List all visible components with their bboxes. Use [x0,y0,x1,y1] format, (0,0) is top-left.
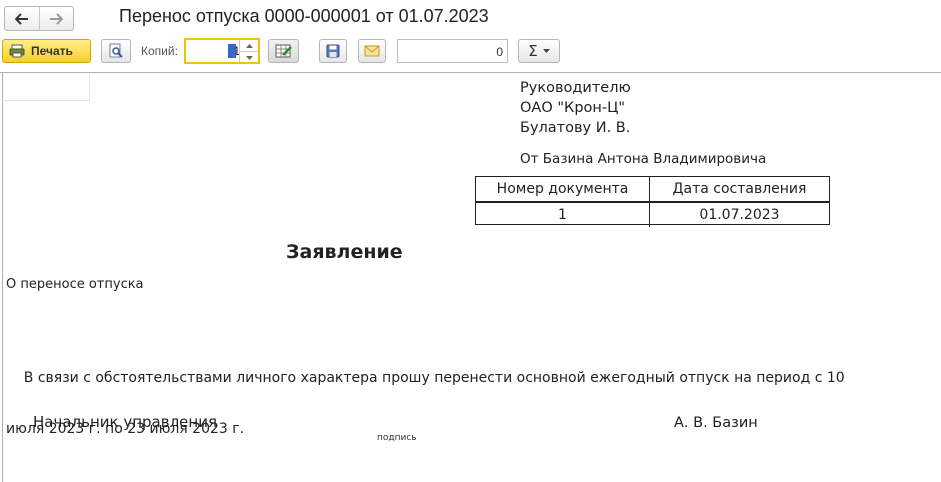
chevron-down-icon [542,49,550,53]
position-title: Начальник управления [33,413,217,431]
send-email-button[interactable] [358,39,386,63]
copies-label: Копий: [141,44,178,58]
arrow-left-icon [14,12,28,25]
addressee-line-2: ОАО "Крон-Ц" [520,100,626,116]
print-button-label: Печать [31,44,73,58]
addressee-line-1: Руководителю [520,80,631,96]
window-title: Перенос отпуска 0000-000001 от 01.07.202… [119,6,489,26]
cell-sum-field[interactable]: 0 [397,39,508,63]
copies-stepper[interactable] [239,40,258,62]
floppy-disk-icon [326,44,340,58]
document-border [2,73,3,482]
body-line-1: В связи с обстоятельствами личного харак… [6,370,845,386]
save-button[interactable] [319,39,347,63]
document-info-table: Номер документа Дата составления 1 01.07… [475,176,830,227]
navigation-buttons [4,6,74,31]
signer-name: А. В. Базин [674,415,758,431]
print-button[interactable]: Печать [2,39,91,63]
spreadsheet-document[interactable]: Руководителю ОАО "Крон-Ц" Булатову И. В.… [0,72,941,482]
header-corner-cell [2,73,90,101]
table-cell: 1 [476,203,650,227]
text-cursor [228,44,236,58]
sigma-icon: Σ [528,42,538,60]
signature-label: подпись [377,433,417,443]
edit-mode-button[interactable] [268,39,299,63]
document-heading: Заявление [286,241,403,263]
forward-button[interactable] [38,7,74,30]
edit-table-icon [275,44,292,58]
table-row: 1 01.07.2023 [476,201,829,227]
printer-icon [9,44,25,58]
chevron-up-icon [245,43,253,48]
magnifier-page-icon [109,43,123,58]
table-header-row: Номер документа Дата составления [476,177,829,201]
envelope-icon [364,45,380,57]
body-paragraph: В связи с обстоятельствами личного харак… [6,336,845,472]
addressee-line-3: Булатову И. В. [520,120,631,136]
table-header-cell: Номер документа [476,177,650,201]
arrow-right-icon [50,12,64,25]
copies-field[interactable] [184,38,260,64]
stepper-down-button[interactable] [240,51,258,63]
chevron-down-icon [245,55,253,60]
back-button[interactable] [5,7,39,30]
table-cell: 01.07.2023 [699,207,780,223]
subject-line: О переносе отпуска [6,277,144,292]
sum-dropdown-button[interactable]: Σ [518,39,560,63]
stepper-up-button[interactable] [240,40,258,51]
table-header-cell: Дата составления [672,181,807,197]
preview-button[interactable] [101,39,131,63]
from-line: От Базина Антона Владимировича [520,151,767,167]
